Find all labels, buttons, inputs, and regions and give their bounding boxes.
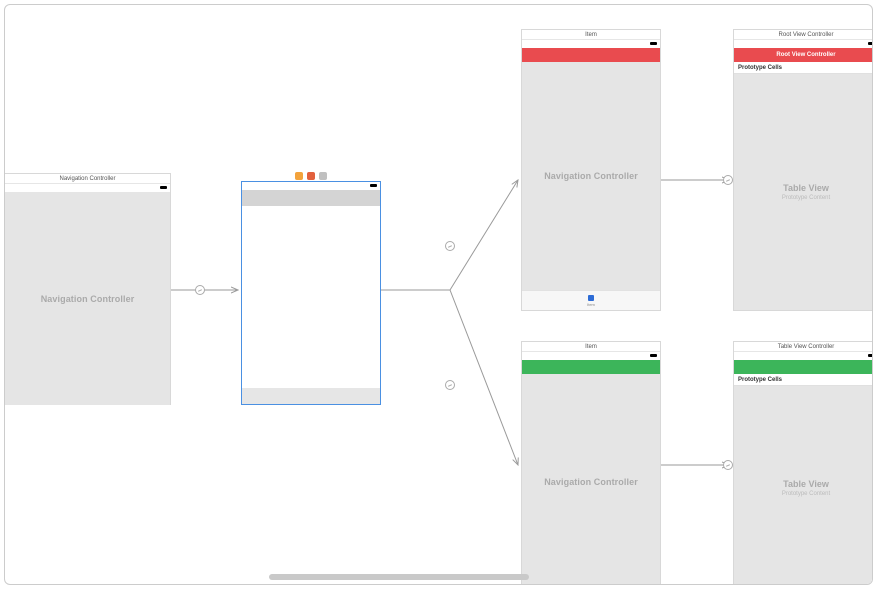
nav-bar: Root View Controller xyxy=(734,48,873,62)
scene-body xyxy=(242,206,380,388)
battery-icon xyxy=(160,186,167,189)
nav-title: Root View Controller xyxy=(734,48,873,62)
status-bar xyxy=(522,352,660,360)
prototype-cells-label: Prototype Cells xyxy=(734,62,873,74)
nav-bar xyxy=(734,360,873,374)
placeholder-label: Navigation Controller xyxy=(544,477,638,487)
scene-title: Item xyxy=(522,342,660,352)
segue-icon[interactable] xyxy=(445,380,455,390)
toolbar-placeholder xyxy=(242,388,380,404)
status-bar xyxy=(242,182,380,190)
battery-icon xyxy=(868,354,873,357)
table-view[interactable]: Table View Prototype Content xyxy=(734,74,873,310)
segue-icon[interactable] xyxy=(723,175,733,185)
battery-icon xyxy=(650,354,657,357)
scene-nav-controller-3[interactable]: Item Navigation Controller xyxy=(521,341,661,585)
placeholder-label: Navigation Controller xyxy=(41,294,135,304)
battery-icon xyxy=(370,184,377,187)
battery-icon xyxy=(868,42,873,45)
scene-table-view-controller[interactable]: Table View Controller Prototype Cells Ta… xyxy=(733,341,873,585)
scene-title: Navigation Controller xyxy=(5,174,170,184)
scene-nav-controller-2[interactable]: Item Navigation Controller Item xyxy=(521,29,661,311)
tab-item-label: Item xyxy=(587,302,595,307)
segue-icon[interactable] xyxy=(445,241,455,251)
status-bar xyxy=(734,40,873,48)
status-bar xyxy=(734,352,873,360)
storyboard-canvas[interactable]: Navigation Controller Navigation Control… xyxy=(4,4,873,585)
table-title: Table View xyxy=(783,479,829,489)
table-title: Table View xyxy=(783,183,829,193)
scene-header-icons xyxy=(295,172,327,180)
scene-body: Navigation Controller xyxy=(5,192,170,405)
segue-icon[interactable] xyxy=(723,460,733,470)
scene-root-view-controller[interactable]: Root View Controller Root View Controlle… xyxy=(733,29,873,311)
placeholder-label: Navigation Controller xyxy=(544,171,638,181)
scene-title: Table View Controller xyxy=(734,342,873,352)
status-bar xyxy=(522,40,660,48)
scene-title: Root View Controller xyxy=(734,30,873,40)
nav-bar xyxy=(522,360,660,374)
segue-icon[interactable] xyxy=(195,285,205,295)
tab-item-icon[interactable] xyxy=(588,295,594,301)
status-bar xyxy=(5,184,170,192)
scene-title: Item xyxy=(522,30,660,40)
nav-bar-placeholder xyxy=(242,190,380,206)
prototype-cells-label: Prototype Cells xyxy=(734,374,873,386)
table-view[interactable]: Table View Prototype Content xyxy=(734,386,873,585)
tab-bar[interactable]: Item xyxy=(522,290,660,310)
table-subtitle: Prototype Content xyxy=(782,195,830,201)
scene-body: Navigation Controller xyxy=(522,62,660,290)
battery-icon xyxy=(650,42,657,45)
exit-icon[interactable] xyxy=(307,172,315,180)
scene-nav-controller-1[interactable]: Navigation Controller Navigation Control… xyxy=(5,173,171,405)
scene-body: Navigation Controller xyxy=(522,374,660,585)
storyboard-ref-icon[interactable] xyxy=(319,172,327,180)
table-subtitle: Prototype Content xyxy=(782,491,830,497)
horizontal-scrollbar[interactable] xyxy=(269,574,529,580)
nav-bar xyxy=(522,48,660,62)
first-responder-icon[interactable] xyxy=(295,172,303,180)
scene-tabbar-controller[interactable] xyxy=(241,181,381,405)
